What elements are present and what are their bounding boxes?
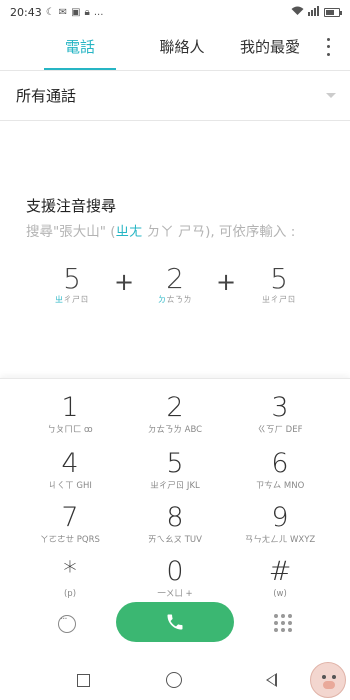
example-plus-1: + [114,268,135,296]
example-key-1-number: 5 [63,262,81,295]
key-8[interactable]: 8 ㄞㄟㄠㄡ TUV [120,503,230,555]
key-3[interactable]: 3 ㄍㄎㄏ DEF [225,393,335,445]
example-key-2-number: 2 [166,262,184,295]
system-nav-bar [0,660,350,700]
key-hash-symbol: # [268,556,292,587]
phone-icon [167,614,183,630]
lock-icon: 🔒︎ [84,6,90,18]
key-4-letters: ㄐㄑㄒ GHI [48,481,92,491]
status-bar: 20:43 ☾ ✉ ▣ 🔒︎ ... [0,0,350,24]
hint-zhuyin-3: ㄕㄢ [178,224,206,240]
back-icon[interactable] [266,673,277,687]
key-3-number: 3 [271,392,289,423]
example-key-3-number: 5 [270,262,288,295]
moon-icon: ☾ [45,6,55,18]
battery-icon [324,7,342,17]
recents-icon[interactable] [77,674,90,687]
key-7-number: 7 [61,502,79,533]
example-key-1-zhuyin: ㄓㄔㄕㄖ [55,295,89,304]
call-filter-label: 所有通話 [16,86,77,105]
hint-zhuyin-2: ㄉㄚ [146,224,174,240]
key-5-letters: ㄓㄔㄕㄖ JKL [150,481,200,491]
key-8-letters: ㄞㄟㄠㄡ TUV [148,535,202,545]
hint-sub-prefix: 搜尋"張大山" ( [26,224,116,240]
key-4-number: 4 [61,448,79,479]
key-4[interactable]: 4 ㄐㄑㄒ GHI [15,449,125,501]
tab-phone[interactable]: 電話 [44,24,116,70]
status-right [291,5,342,19]
key-hash-letters: (w) [273,589,287,599]
message-button[interactable] [55,612,79,636]
example-key-2-zhuyin: ㄉㄊㄋㄌ [158,295,192,304]
key-7[interactable]: 7 ㄚㄛㄜㄝ PQRS [15,503,125,555]
dial-keypad: 1 ㄅㄆㄇㄈ ꝏ 2 ㄉㄊㄋㄌ ABC 3 ㄍㄎㄏ DEF 4 ㄐㄑㄒ GHI 5 ㄓㄔㄕ… [0,378,350,700]
call-button[interactable] [116,602,234,642]
key-1[interactable]: 1 ㄅㄆㄇㄈ ꝏ [15,393,125,445]
hint-sub-suffix: ), 可依序輸入 : [205,224,296,240]
key-0-letters: 一ㄨㄩ + [157,589,193,599]
key-5[interactable]: 5 ㄓㄔㄕㄖ JKL [120,449,230,501]
key-9-letters: ㄢㄣㄤㄥㄦ WXYZ [244,535,316,545]
key-9[interactable]: 9 ㄢㄣㄤㄥㄦ WXYZ [225,503,335,555]
hint-zhuyin-1: ㄓㄤ [115,224,143,240]
dialpad-grid-icon [274,614,294,632]
example-sequence: 5 ㄓㄔㄕㄖ + 2 ㄉㄊㄋㄌ + 5 ㄓㄔㄕㄖ [0,262,350,312]
pig-mascot-logo [310,662,346,698]
status-time: 20:43 [10,5,42,19]
key-8-number: 8 [166,502,184,533]
key-2[interactable]: 2 ㄉㄊㄋㄌ ABC [120,393,230,445]
email-icon: ✉ [58,6,68,18]
key-9-number: 9 [271,502,289,533]
chevron-down-icon [326,92,336,98]
key-2-letters: ㄉㄊㄋㄌ ABC [147,425,203,435]
key-0-number: 0 [166,556,184,587]
chat-bubble-icon [58,614,76,633]
key-2-number: 2 [166,392,184,423]
key-star-letters: (p) [63,589,77,599]
call-filter-dropdown[interactable]: 所有通話 [16,80,336,110]
key-star-symbol: * [63,556,77,587]
dial-actions [0,600,350,646]
key-1-letters: ㄅㄆㄇㄈ ꝏ [47,425,93,435]
wifi-icon [291,6,304,19]
hint-subtitle: 搜尋"張大山" (ㄓㄤ ㄉㄚ ㄕㄢ), 可依序輸入 : [26,220,295,240]
image-icon: ▣ [71,6,81,18]
key-7-letters: ㄚㄛㄜㄝ PQRS [40,535,100,545]
status-more: ... [93,6,104,18]
example-plus-2: + [216,268,237,296]
hint-title: 支援注音搜尋 [26,197,117,215]
tab-divider [0,70,350,71]
signal-icon [308,5,320,19]
dialpad-toggle-button[interactable] [272,612,296,636]
more-options-icon[interactable] [320,36,336,58]
key-6-number: 6 [271,448,289,479]
status-left: 20:43 ☾ ✉ ▣ 🔒︎ ... [10,6,103,19]
key-1-number: 1 [61,392,79,423]
example-key-3-zhuyin: ㄓㄔㄕㄖ [262,295,296,304]
filter-divider [0,120,350,121]
tab-favorites[interactable]: 我的最愛 [230,24,310,70]
home-icon[interactable] [166,672,182,688]
tab-contacts[interactable]: 聯絡人 [146,24,218,70]
key-6-letters: ㄗㄘㄙ MNO [255,481,305,491]
key-3-letters: ㄍㄎㄏ DEF [257,425,303,435]
tab-bar: 電話 聯絡人 我的最愛 [0,24,350,70]
key-6[interactable]: 6 ㄗㄘㄙ MNO [225,449,335,501]
key-5-number: 5 [166,448,184,479]
